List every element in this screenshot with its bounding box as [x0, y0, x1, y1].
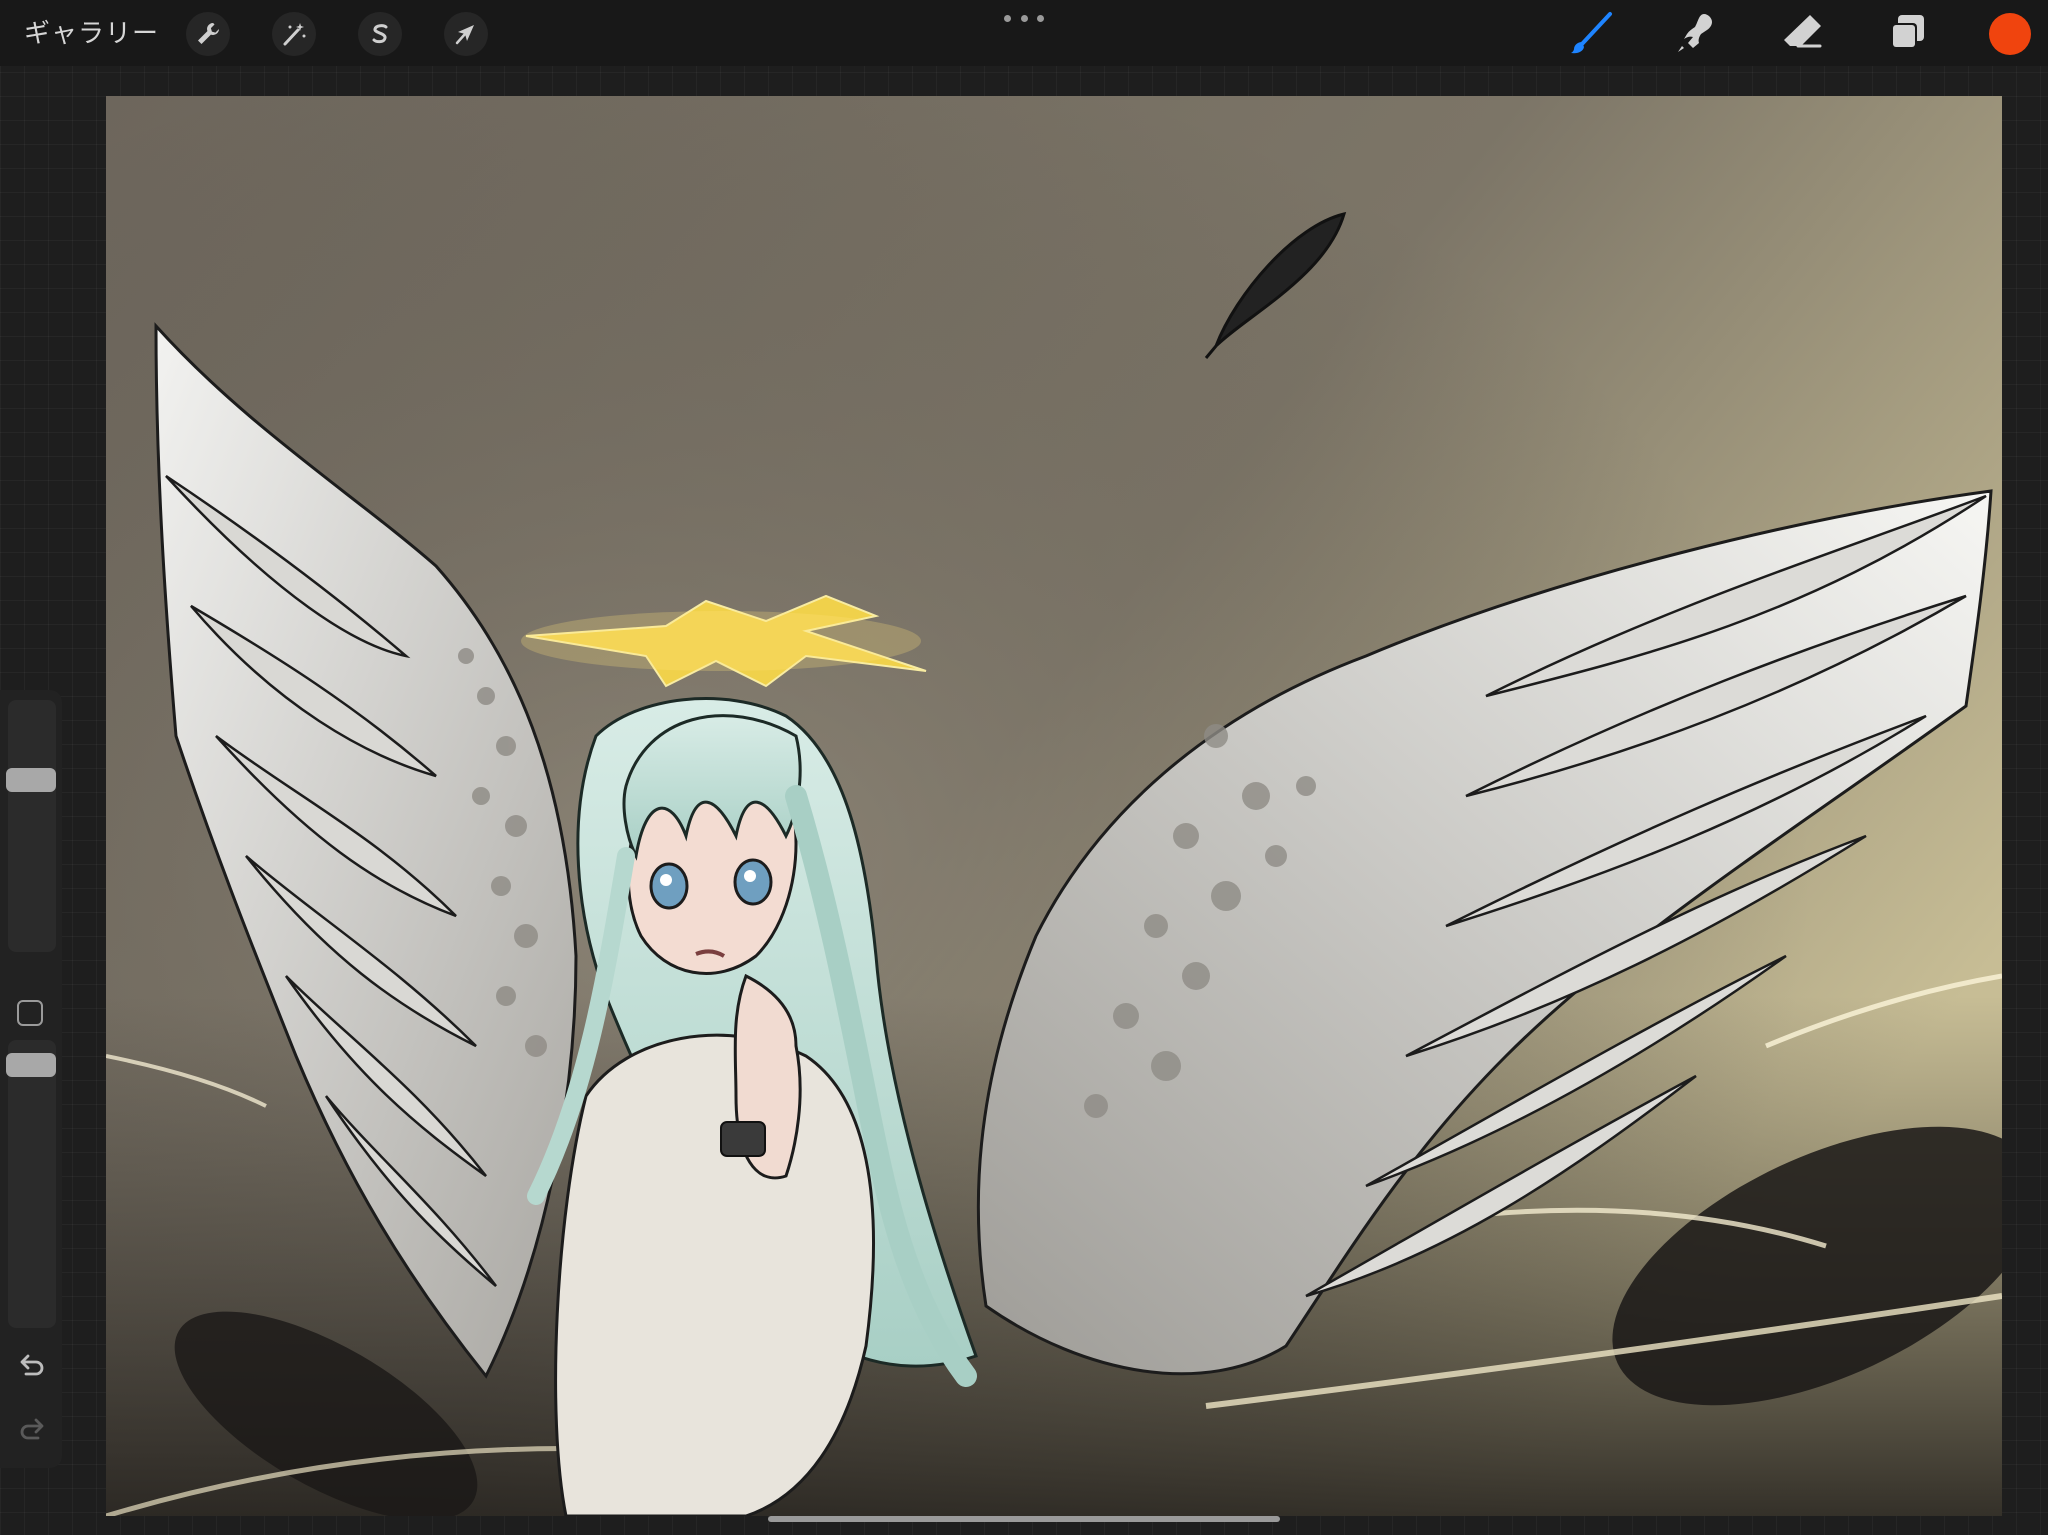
transform-button[interactable]	[444, 12, 488, 56]
angel-artwork	[106, 96, 2002, 1516]
brush-icon	[1571, 12, 1612, 54]
brush-size-slider[interactable]	[8, 700, 56, 952]
modify-button[interactable]	[17, 1000, 43, 1026]
smudge-icon	[1678, 14, 1712, 52]
smudge-tool-button[interactable]	[1672, 10, 1722, 56]
drawing-canvas[interactable]	[106, 96, 2002, 1516]
magic-wand-icon	[283, 23, 306, 46]
gallery-button[interactable]: ギャラリー	[24, 14, 159, 52]
actions-button[interactable]	[186, 12, 230, 56]
selection-button[interactable]	[358, 12, 402, 56]
redo-button[interactable]	[14, 1412, 50, 1448]
brush-size-thumb[interactable]	[6, 768, 56, 793]
wrench-icon	[198, 23, 219, 44]
selection-s-icon	[372, 24, 388, 44]
ellipsis-icon	[1004, 14, 1011, 22]
opacity-slider[interactable]	[8, 1040, 56, 1328]
opacity-thumb[interactable]	[6, 1053, 56, 1078]
home-indicator	[768, 1516, 1280, 1522]
arrow-cursor-icon	[455, 25, 474, 45]
layers-icon	[1891, 15, 1924, 49]
undo-button[interactable]	[14, 1348, 50, 1384]
brush-tool-button[interactable]	[1566, 10, 1616, 56]
undo-icon	[20, 1354, 44, 1376]
adjustments-button[interactable]	[272, 12, 316, 56]
more-options-button[interactable]	[1004, 8, 1044, 28]
layers-button[interactable]	[1882, 10, 1932, 56]
eraser-tool-button[interactable]	[1778, 10, 1828, 56]
redo-icon	[20, 1418, 44, 1440]
top-toolbar: ギャラリー	[0, 0, 2048, 66]
color-picker-button[interactable]	[1989, 13, 2031, 55]
eraser-icon	[1784, 15, 1822, 48]
